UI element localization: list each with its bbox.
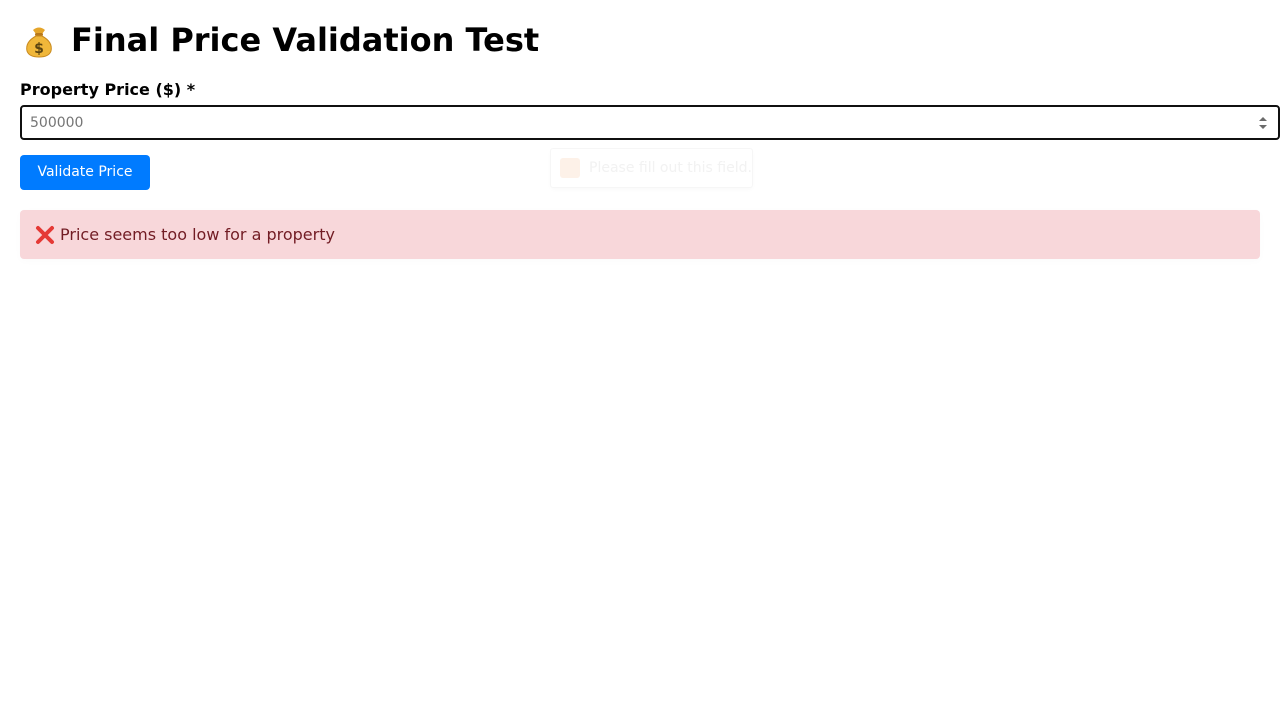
validate-price-button[interactable]: Validate Price	[20, 155, 150, 190]
warning-icon	[560, 158, 580, 178]
validation-tooltip: Please fill out this field.	[550, 148, 753, 188]
svg-text:$: $	[34, 41, 44, 57]
property-price-field[interactable]	[20, 105, 1280, 140]
page-title: $ Final Price Validation Test	[20, 18, 539, 62]
property-price-label: Property Price ($) *	[20, 80, 196, 99]
page-title-text: Final Price Validation Test	[71, 21, 540, 59]
error-message: Price seems too low for a property	[60, 225, 335, 244]
money-bag-icon: $	[20, 21, 58, 59]
property-price-input[interactable]	[22, 107, 1242, 138]
cross-mark-icon	[35, 225, 55, 245]
error-alert: Price seems too low for a property	[20, 210, 1260, 259]
number-stepper-icon[interactable]	[1258, 115, 1268, 131]
validation-tooltip-text: Please fill out this field.	[589, 160, 752, 176]
page: $ Final Price Validation Test Property P…	[0, 0, 1280, 720]
